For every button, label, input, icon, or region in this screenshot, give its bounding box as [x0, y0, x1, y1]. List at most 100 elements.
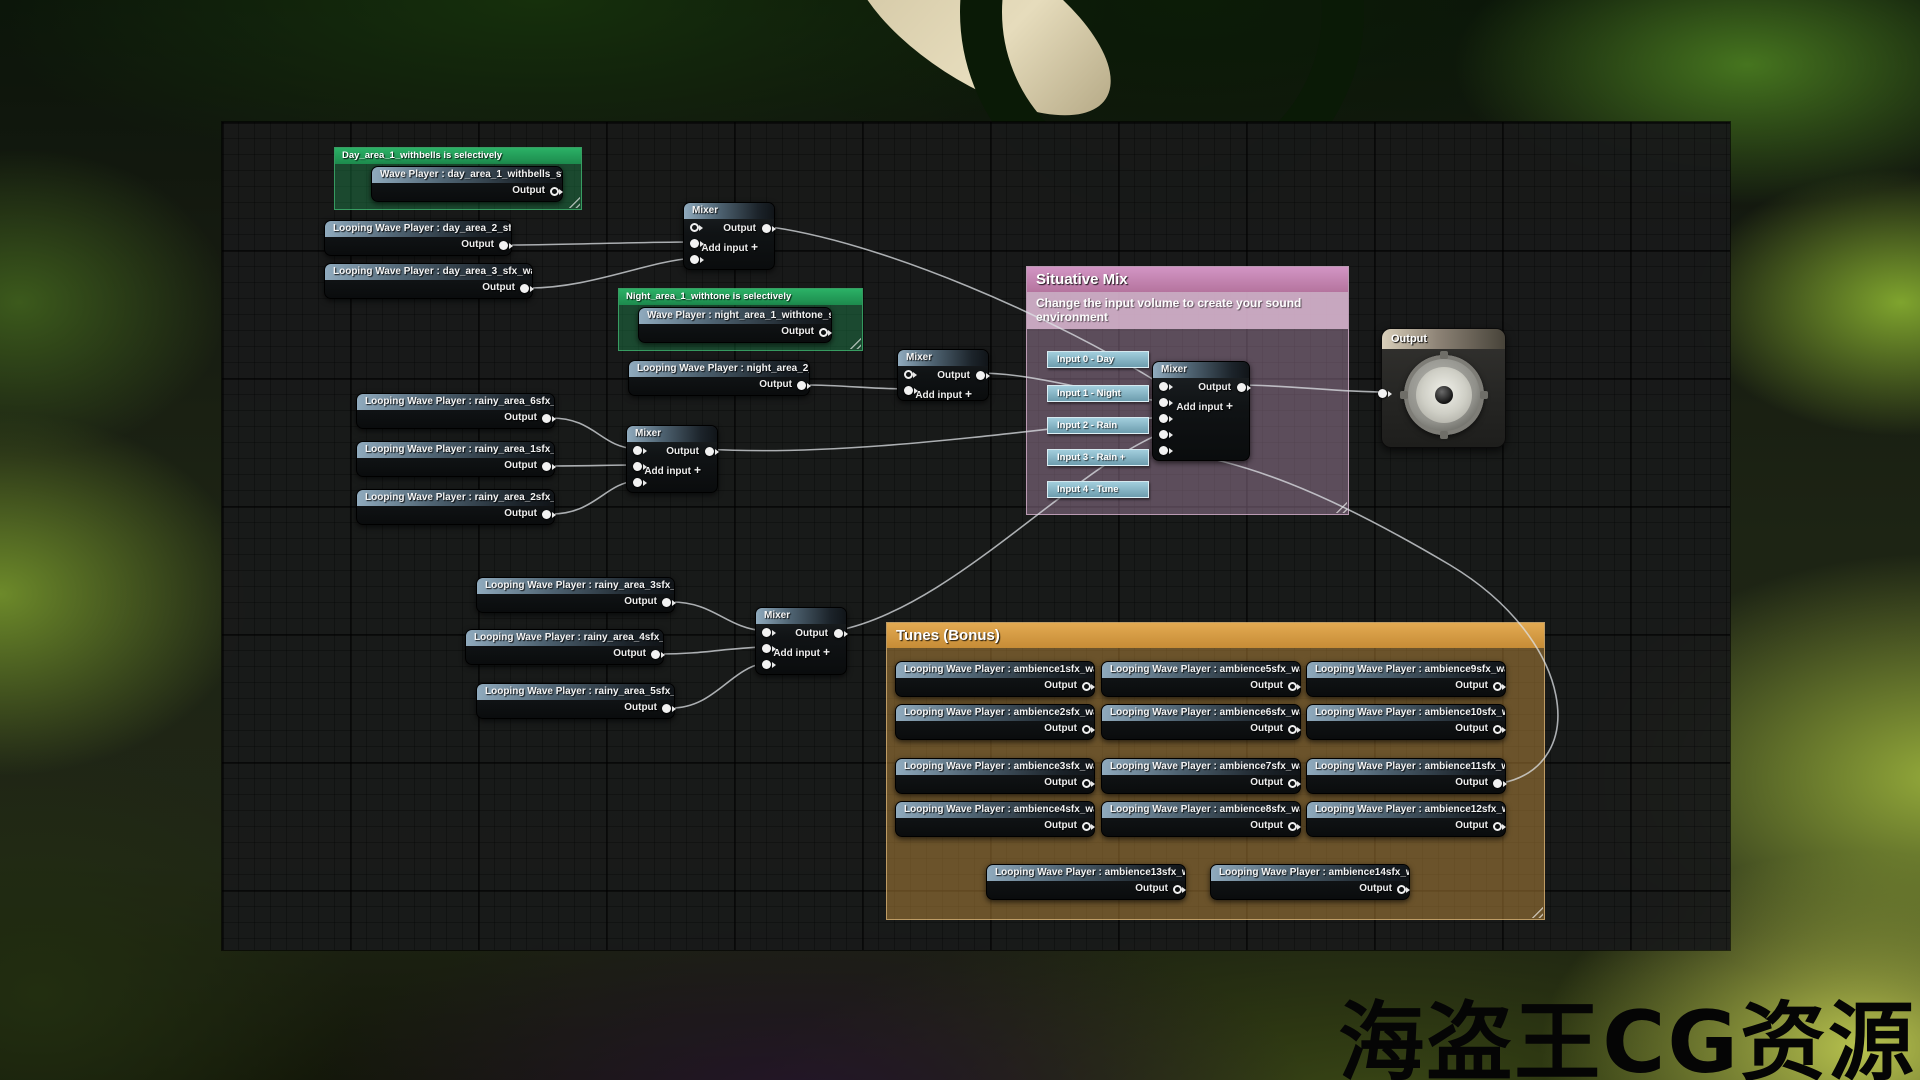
wave-player-node[interactable]: Looping Wave Player : ambience13sfx_wavO… [986, 864, 1186, 900]
output-pin[interactable] [542, 462, 551, 471]
situative-input-label[interactable]: Input 4 - Tune [1047, 481, 1149, 498]
wave-player-node[interactable]: Looping Wave Player : ambience2sfx_wavOu… [895, 704, 1095, 740]
output-pin[interactable] [1493, 779, 1502, 788]
output-pin[interactable] [1288, 779, 1297, 788]
output-pin[interactable] [1288, 725, 1297, 734]
wave-player-node[interactable]: Looping Wave Player : rainy_area_4sfx_wa… [465, 629, 664, 665]
wave-player-node[interactable]: Wave Player : night_area_1_withtone_sfxO… [638, 307, 832, 343]
output-pin[interactable] [542, 414, 551, 423]
audio-output-node[interactable]: Output [1381, 328, 1506, 448]
input-pin[interactable] [690, 255, 699, 264]
input-pin[interactable] [1159, 382, 1168, 391]
output-pin[interactable] [834, 629, 843, 638]
wave-player-node[interactable]: Looping Wave Player : rainy_area_5sfx_wa… [476, 683, 675, 719]
output-pin[interactable] [1082, 779, 1091, 788]
wave-player-node[interactable]: Looping Wave Player : ambience14sfx_wavO… [1210, 864, 1410, 900]
wave-player-node[interactable]: Looping Wave Player : rainy_area_2sfx_wa… [356, 489, 555, 525]
output-pin[interactable] [1082, 725, 1091, 734]
wave-player-node[interactable]: Looping Wave Player : night_area_2_sfxOu… [628, 360, 810, 396]
wave-player-node[interactable]: Looping Wave Player : rainy_area_3sfx_wa… [476, 577, 675, 613]
resize-grip-icon[interactable] [568, 196, 580, 208]
output-pin[interactable] [550, 187, 559, 196]
wave-player-node[interactable]: Looping Wave Player : rainy_area_1sfx_wa… [356, 441, 555, 477]
input-pin[interactable] [633, 446, 642, 455]
comment-title[interactable]: Situative Mix [1027, 267, 1348, 292]
add-input-button[interactable]: Add input+ [644, 463, 701, 477]
wire[interactable] [551, 481, 636, 514]
output-pin[interactable] [1288, 822, 1297, 831]
output-pin[interactable] [1397, 885, 1406, 894]
comment-title[interactable]: Tunes (Bonus) [887, 623, 1544, 648]
input-pin[interactable] [1378, 389, 1387, 398]
input-pin[interactable] [1159, 398, 1168, 407]
output-pin[interactable] [499, 241, 508, 250]
output-pin[interactable] [1288, 682, 1297, 691]
input-pin[interactable] [633, 462, 642, 471]
wave-player-node[interactable]: Looping Wave Player : ambience5sfx_wavOu… [1101, 661, 1301, 697]
resize-grip-icon[interactable] [1335, 501, 1347, 513]
wave-player-node[interactable]: Looping Wave Player : ambience3sfx_wavOu… [895, 758, 1095, 794]
output-pin[interactable] [1493, 822, 1502, 831]
input-pin[interactable] [1159, 446, 1168, 455]
wave-player-node[interactable]: Looping Wave Player : day_area_2_sfx_Out… [324, 220, 512, 256]
situative-input-label[interactable]: Input 0 - Day [1047, 351, 1149, 368]
input-pin[interactable] [762, 660, 771, 669]
output-pin[interactable] [542, 510, 551, 519]
output-pin[interactable] [1082, 682, 1091, 691]
wire[interactable] [551, 465, 636, 466]
wire[interactable] [508, 242, 693, 245]
input-pin[interactable] [762, 628, 771, 637]
wire[interactable] [529, 258, 693, 288]
wave-player-node[interactable]: Looping Wave Player : ambience11sfx_wavO… [1306, 758, 1506, 794]
mixer-node[interactable]: MixerOutputAdd input+ [626, 425, 718, 493]
input-pin[interactable] [904, 370, 913, 379]
wave-player-node[interactable]: Looping Wave Player : day_area_3_sfx_wav… [324, 263, 533, 299]
output-pin[interactable] [662, 598, 671, 607]
mixer-node[interactable]: MixerOutputAdd input+ [1152, 361, 1250, 461]
resize-grip-icon[interactable] [1531, 906, 1543, 918]
wave-player-node[interactable]: Looping Wave Player : ambience4sfx_wavOu… [895, 801, 1095, 837]
mixer-node[interactable]: MixerOutputAdd input+ [683, 202, 775, 270]
output-pin[interactable] [1493, 682, 1502, 691]
output-pin[interactable] [762, 224, 771, 233]
wave-player-node[interactable]: Looping Wave Player : ambience1sfx_wavOu… [895, 661, 1095, 697]
wire[interactable] [806, 385, 907, 389]
input-pin[interactable] [1159, 414, 1168, 423]
output-pin[interactable] [1493, 725, 1502, 734]
output-pin[interactable] [651, 650, 660, 659]
input-pin[interactable] [690, 239, 699, 248]
input-pin[interactable] [762, 644, 771, 653]
output-pin[interactable] [976, 371, 985, 380]
wire[interactable] [671, 602, 765, 631]
wire[interactable] [551, 418, 636, 449]
add-input-button[interactable]: Add input+ [773, 645, 830, 659]
comment-title[interactable]: Night_area_1_withtone is selectively [619, 289, 862, 305]
mixer-node[interactable]: MixerOutputAdd input+ [897, 349, 989, 401]
input-pin[interactable] [690, 223, 699, 232]
input-pin[interactable] [1159, 430, 1168, 439]
output-pin[interactable] [705, 447, 714, 456]
output-pin[interactable] [1173, 885, 1182, 894]
add-input-button[interactable]: Add input+ [1176, 399, 1233, 413]
wave-player-node[interactable]: Looping Wave Player : ambience7sfx_wavOu… [1101, 758, 1301, 794]
wave-player-node[interactable]: Looping Wave Player : ambience6sfx_wavOu… [1101, 704, 1301, 740]
wire[interactable] [671, 663, 765, 708]
mixer-node[interactable]: MixerOutputAdd input+ [755, 607, 847, 675]
comment-title[interactable]: Day_area_1_withbells is selectively [335, 148, 581, 164]
situative-input-label[interactable]: Input 2 - Rain [1047, 417, 1149, 434]
situative-input-label[interactable]: Input 3 - Rain + [1047, 449, 1149, 466]
wave-player-node[interactable]: Looping Wave Player : ambience8sfx_wavOu… [1101, 801, 1301, 837]
input-pin[interactable] [904, 386, 913, 395]
add-input-button[interactable]: Add input+ [915, 387, 972, 401]
input-pin[interactable] [633, 478, 642, 487]
wire[interactable] [660, 647, 765, 654]
output-pin[interactable] [662, 704, 671, 713]
wave-player-node[interactable]: Looping Wave Player : ambience9sfx_wavOu… [1306, 661, 1506, 697]
output-pin[interactable] [819, 328, 828, 337]
wave-player-node[interactable]: Looping Wave Player : rainy_area_6sfx_wa… [356, 393, 555, 429]
add-input-button[interactable]: Add input+ [701, 240, 758, 254]
output-pin[interactable] [1082, 822, 1091, 831]
output-pin[interactable] [1237, 383, 1246, 392]
wave-player-node[interactable]: Looping Wave Player : ambience12sfx_wavO… [1306, 801, 1506, 837]
wave-player-node[interactable]: Looping Wave Player : ambience10sfx_wavO… [1306, 704, 1506, 740]
